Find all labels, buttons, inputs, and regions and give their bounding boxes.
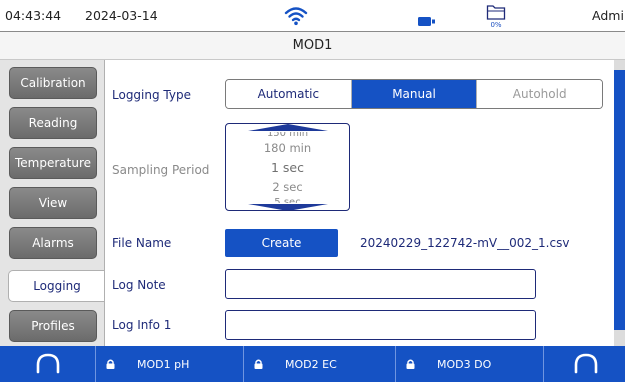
battery-icon bbox=[418, 11, 436, 30]
module-tab-mod3[interactable]: MOD3 DO bbox=[395, 346, 543, 382]
logging-type-selector: Automatic Manual Autohold bbox=[225, 79, 603, 109]
logging-type-label: Logging Type bbox=[112, 88, 191, 102]
lock-icon bbox=[406, 359, 415, 369]
scrollbar-thumb[interactable] bbox=[614, 70, 625, 330]
clock-date: 2024-03-14 bbox=[85, 8, 158, 23]
folder-icon[interactable]: 0% bbox=[484, 3, 508, 29]
file-name-value: 20240229_122742-mV__002_1.csv bbox=[360, 236, 570, 250]
sidebar-item-reading[interactable]: Reading bbox=[9, 107, 97, 139]
clock-time: 04:43:44 bbox=[5, 8, 62, 23]
module-tab-label: MOD2 EC bbox=[285, 357, 337, 371]
logging-type-automatic[interactable]: Automatic bbox=[226, 80, 352, 108]
sidebar-item-alarms[interactable]: Alarms bbox=[9, 227, 97, 259]
sampling-option[interactable]: 180 min bbox=[226, 141, 349, 155]
create-file-button[interactable]: Create bbox=[225, 229, 338, 257]
module-tab-label: MOD3 DO bbox=[437, 357, 492, 371]
module-tab-label: MOD1 pH bbox=[137, 357, 190, 371]
bottom-bar: MOD1 pH MOD2 EC MOD3 DO bbox=[0, 346, 625, 382]
sampling-period-picker[interactable]: 150 min 180 min 1 sec 2 sec 5 sec bbox=[225, 123, 350, 211]
bottom-divider bbox=[543, 346, 544, 382]
file-name-label: File Name bbox=[112, 236, 172, 250]
sidebar-item-calibration[interactable]: Calibration bbox=[9, 67, 97, 99]
picker-down-arrow-icon[interactable] bbox=[248, 204, 328, 211]
storage-percent: 0% bbox=[490, 21, 502, 29]
page-title-bar: MOD1 bbox=[0, 32, 625, 60]
status-bar: 04:43:44 2024-03-14 0% Admin bbox=[0, 0, 625, 32]
sampling-option[interactable]: 2 sec bbox=[226, 180, 349, 194]
log-note-label: Log Note bbox=[112, 278, 166, 292]
headset-left-icon[interactable] bbox=[0, 346, 95, 382]
picker-up-arrow-icon[interactable] bbox=[248, 124, 328, 131]
sidebar-item-temperature[interactable]: Temperature bbox=[9, 147, 97, 179]
log-info1-field[interactable] bbox=[225, 310, 536, 340]
wifi-icon bbox=[284, 6, 308, 30]
module-tab-mod2[interactable]: MOD2 EC bbox=[243, 346, 391, 382]
sidebar-item-profiles[interactable]: Profiles bbox=[9, 310, 97, 342]
sampling-period-label: Sampling Period bbox=[112, 163, 210, 177]
log-info1-label: Log Info 1 bbox=[112, 318, 172, 332]
sidebar: Calibration Reading Temperature View Ala… bbox=[0, 60, 105, 346]
sampling-option-selected[interactable]: 1 sec bbox=[226, 160, 349, 175]
sidebar-item-view[interactable]: View bbox=[9, 187, 97, 219]
module-tab-mod1[interactable]: MOD1 pH bbox=[95, 346, 243, 382]
log-note-field[interactable] bbox=[225, 269, 536, 299]
lock-icon bbox=[106, 359, 115, 369]
headset-right-icon[interactable] bbox=[546, 346, 625, 382]
logging-type-autohold[interactable]: Autohold bbox=[476, 80, 602, 108]
sidebar-item-logging[interactable]: Logging bbox=[8, 270, 105, 302]
logging-type-manual[interactable]: Manual bbox=[351, 80, 477, 108]
lock-icon bbox=[254, 359, 263, 369]
user-name[interactable]: Admin bbox=[592, 8, 625, 23]
page-title: MOD1 bbox=[292, 38, 333, 53]
scrollbar[interactable] bbox=[614, 60, 625, 346]
